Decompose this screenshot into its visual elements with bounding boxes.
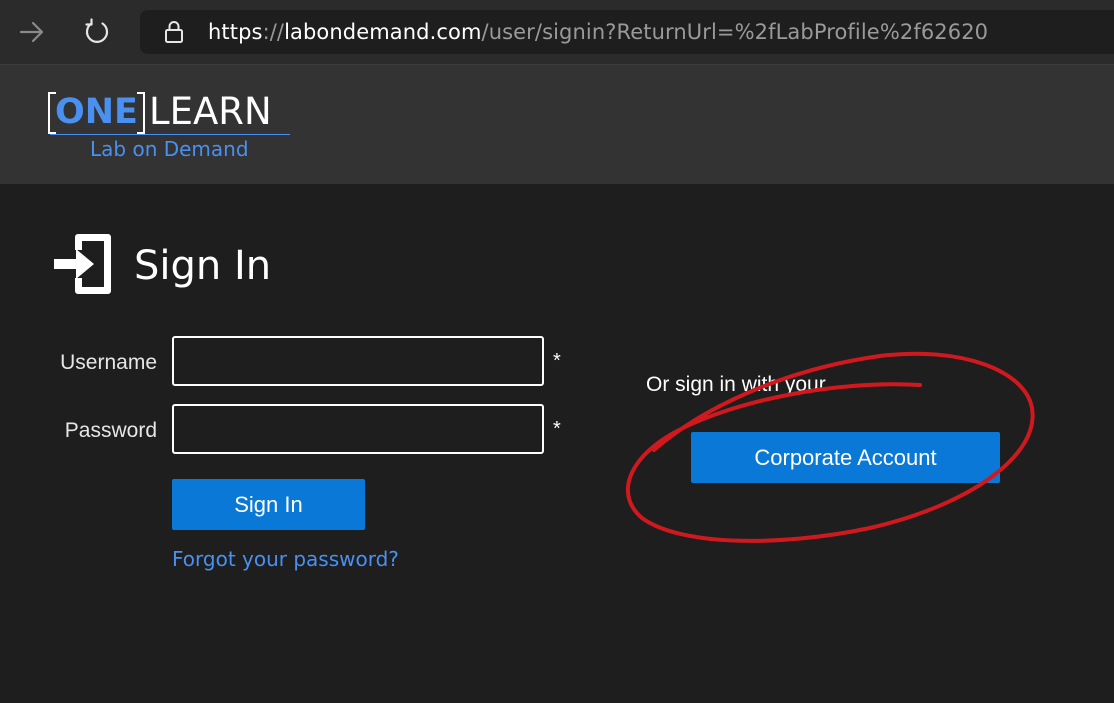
- site-header: ONE LEARN Lab on Demand: [0, 65, 1114, 184]
- one-learn-logo[interactable]: ONE LEARN Lab on Demand: [48, 90, 300, 171]
- address-bar[interactable]: https://labondemand.com/user/signin?Retu…: [140, 10, 1114, 54]
- url-separator: ://: [262, 20, 285, 44]
- password-required-marker: *: [553, 418, 561, 440]
- password-input[interactable]: [172, 404, 544, 454]
- logo-divider: [50, 134, 290, 135]
- arrow-right-icon[interactable]: [14, 14, 50, 50]
- logo-one: ONE: [48, 92, 145, 134]
- url-text[interactable]: https://labondemand.com/user/signin?Retu…: [208, 20, 988, 44]
- url-host: labondemand.com: [284, 20, 482, 44]
- logo-learn: LEARN: [148, 90, 272, 133]
- sign-in-icon: [50, 228, 116, 300]
- logo-subtitle: Lab on Demand: [90, 137, 249, 161]
- alternate-signin-prompt: Or sign in with your: [646, 373, 826, 396]
- lock-icon: [162, 19, 186, 45]
- username-input[interactable]: [172, 336, 544, 386]
- sign-in-button[interactable]: Sign In: [172, 479, 365, 530]
- logo-one-text: ONE: [55, 92, 138, 132]
- forgot-password-link[interactable]: Forgot your password?: [172, 547, 399, 571]
- corporate-account-button[interactable]: Corporate Account: [691, 432, 1000, 483]
- browser-toolbar: https://labondemand.com/user/signin?Retu…: [0, 0, 1114, 65]
- page-title: Sign In: [134, 243, 272, 289]
- refresh-icon[interactable]: [78, 14, 116, 50]
- logo-bracket-left: [48, 92, 56, 134]
- username-required-marker: *: [553, 350, 561, 372]
- logo-wordmark: ONE LEARN: [48, 90, 272, 134]
- url-scheme: https: [208, 20, 263, 44]
- logo-bracket-right: [136, 92, 145, 134]
- username-label: Username: [60, 351, 157, 374]
- url-path: /user/signin?ReturnUrl=%2fLabProfile%2f6…: [481, 20, 989, 44]
- password-label: Password: [64, 419, 157, 442]
